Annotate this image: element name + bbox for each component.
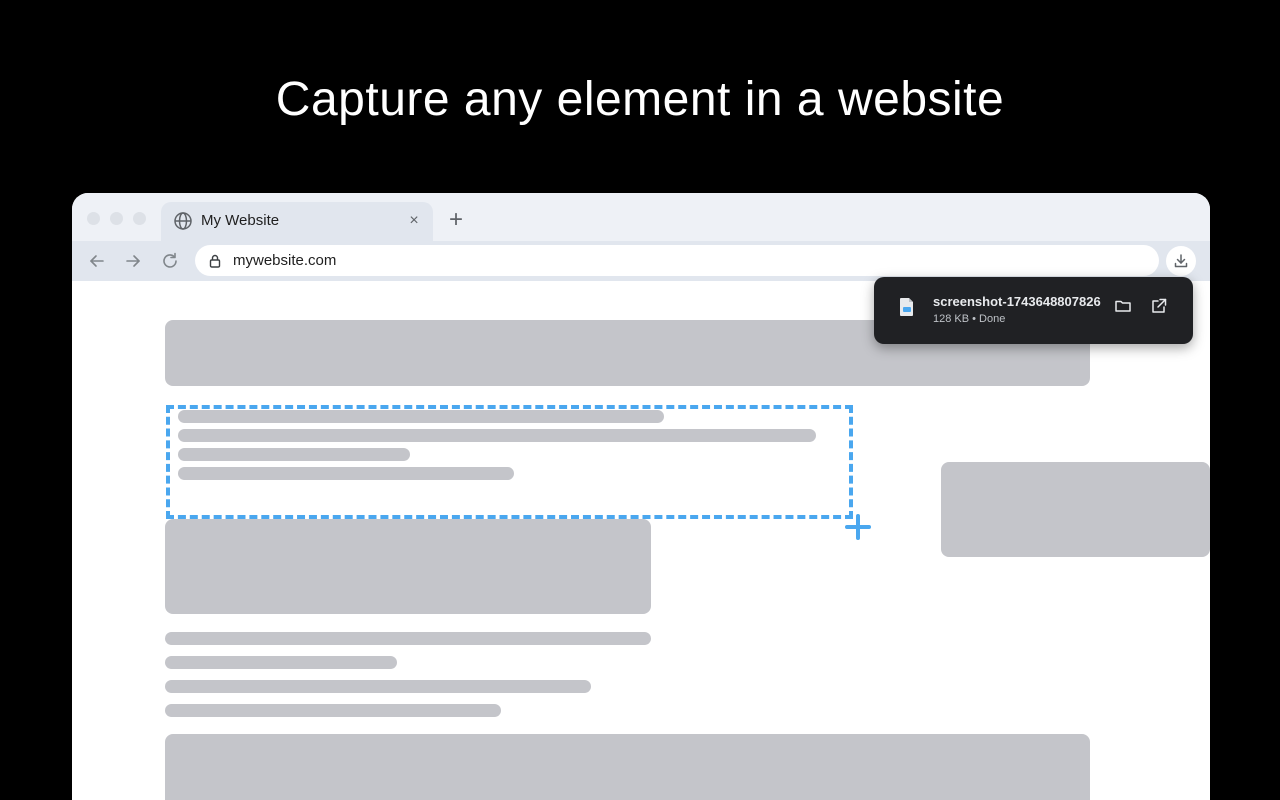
placeholder-line — [165, 656, 397, 669]
close-icon[interactable]: × — [405, 212, 423, 230]
tab-title: My Website — [201, 212, 280, 229]
placeholder-side-card — [941, 462, 1210, 557]
capture-selection[interactable] — [166, 405, 853, 519]
lock-icon — [209, 254, 221, 268]
placeholder-line — [165, 704, 501, 717]
window-close-dot[interactable] — [87, 212, 100, 225]
download-icon — [1174, 254, 1188, 268]
download-button[interactable] — [1166, 246, 1196, 276]
globe-icon — [174, 212, 192, 230]
window-minimize-dot[interactable] — [110, 212, 123, 225]
headline: Capture any element in a website — [275, 73, 1005, 126]
address-bar[interactable]: mywebsite.com — [195, 245, 1159, 276]
plus-icon[interactable]: + — [444, 208, 468, 233]
tab-my-website[interactable]: My Website × — [161, 202, 433, 241]
placeholder-line — [165, 632, 651, 645]
tab-strip: My Website × + — [72, 193, 1210, 241]
download-popup[interactable]: screenshot-1743648807826 128 KB • Done — [874, 277, 1193, 344]
file-icon — [900, 298, 913, 316]
page-content — [72, 281, 1210, 800]
reload-icon[interactable] — [160, 251, 180, 271]
arrow-right-icon[interactable] — [123, 251, 143, 271]
download-file-name[interactable]: screenshot-1743648807826 — [933, 294, 1101, 309]
external-link-icon[interactable] — [1150, 297, 1168, 315]
window-zoom-dot[interactable] — [133, 212, 146, 225]
arrow-left-icon[interactable] — [87, 251, 107, 271]
placeholder-image — [165, 519, 651, 614]
url-text: mywebsite.com — [233, 252, 337, 269]
promo-stage: Capture any element in a website My Webs… — [0, 0, 1280, 800]
download-status: 128 KB • Done — [933, 313, 1006, 325]
crosshair-plus-icon — [845, 514, 871, 540]
browser-toolbar: mywebsite.com — [72, 241, 1210, 281]
placeholder-footer-block — [165, 734, 1090, 800]
folder-icon[interactable] — [1114, 297, 1132, 315]
placeholder-line — [165, 680, 591, 693]
